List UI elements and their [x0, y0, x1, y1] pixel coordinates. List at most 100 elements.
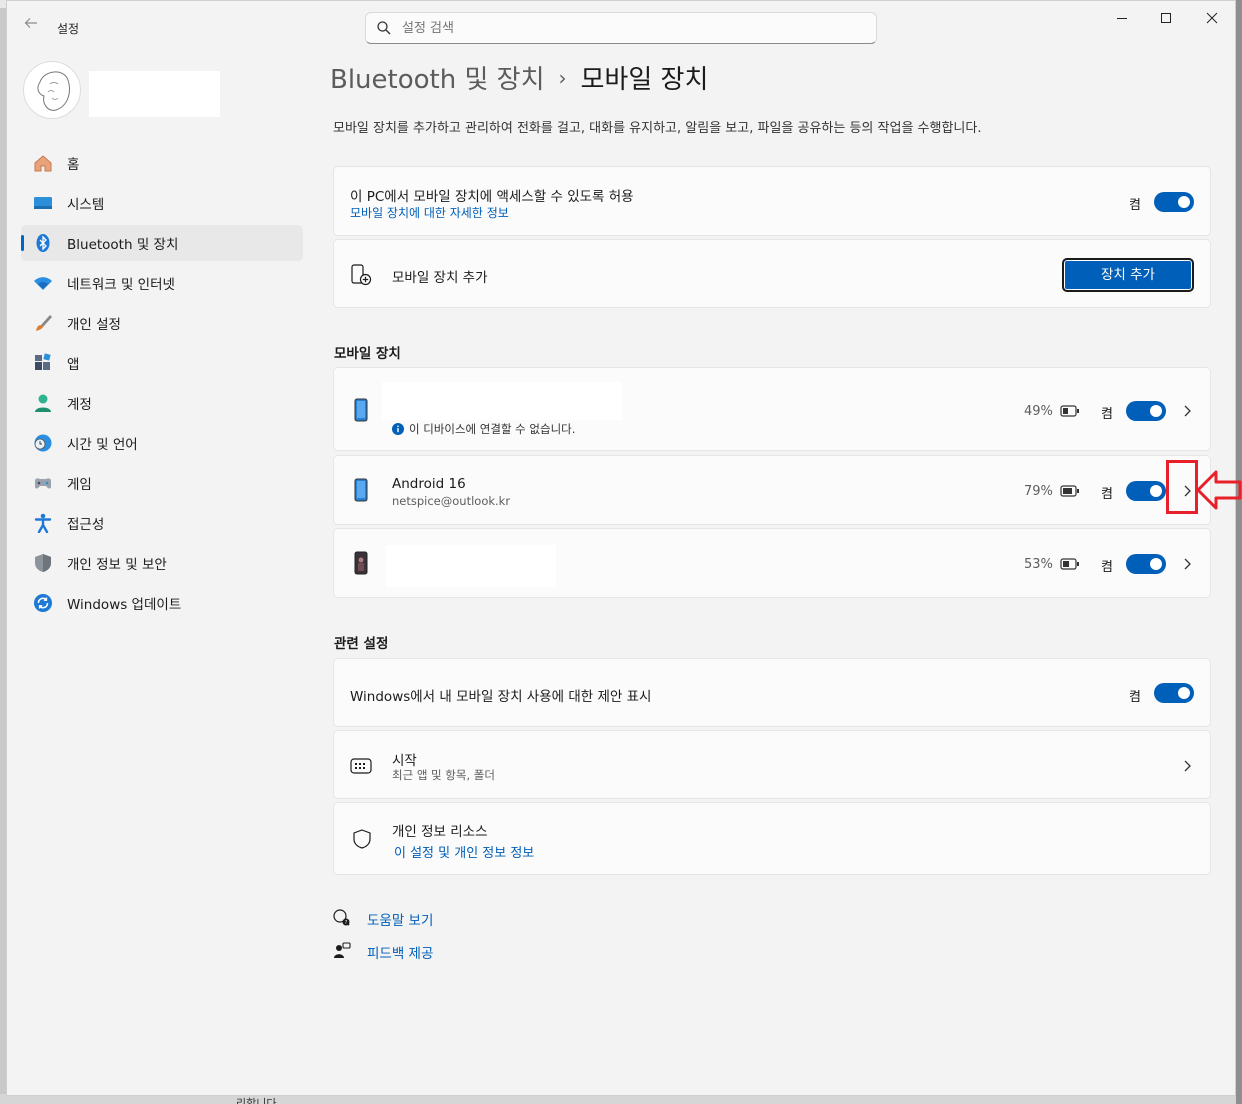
background-window-right: [1236, 0, 1242, 1104]
sidebar-item-personalization[interactable]: 개인 설정: [21, 305, 303, 341]
maximize-icon: [1161, 13, 1171, 23]
battery-icon: [1060, 405, 1079, 417]
feedback-link[interactable]: 피드백 제공: [367, 942, 433, 962]
search-box[interactable]: [365, 12, 877, 44]
start-menu-icon: [350, 758, 372, 774]
sidebar-item-home[interactable]: 홈: [21, 145, 303, 181]
sidebar-item-label: 네트워크 및 인터넷: [67, 277, 175, 293]
device-card-1[interactable]: 이 디바이스에 연결할 수 없습니다. 49% 켬: [333, 367, 1211, 451]
battery-percent: 79%: [1024, 484, 1053, 499]
background-text: 리합니다: [236, 1097, 277, 1104]
profile-name-redacted: [89, 71, 220, 117]
sidebar-item-privacy-security[interactable]: 개인 정보 및 보안: [21, 545, 303, 581]
device-name-redacted: [382, 382, 622, 420]
bluetooth-icon: [36, 234, 50, 252]
sidebar-item-accessibility[interactable]: 접근성: [21, 505, 303, 541]
start-card[interactable]: 시작 최근 앱 및 항목, 폴더: [333, 730, 1211, 799]
gamepad-icon: [35, 478, 51, 489]
sidebar-item-time-language[interactable]: 시간 및 언어: [21, 425, 303, 461]
breadcrumb: Bluetooth 및 장치 › 모바일 장치: [330, 59, 708, 96]
help-link[interactable]: 도움말 보기: [367, 909, 433, 929]
sidebar-item-label: 접근성: [67, 517, 105, 533]
wifi-icon: [34, 277, 52, 290]
search-input[interactable]: [402, 17, 862, 39]
privacy-link[interactable]: 이 설정 및 개인 정보 정보: [394, 842, 534, 861]
battery-percent: 49%: [1024, 404, 1053, 419]
shield-outline-icon: [353, 829, 371, 849]
chevron-right-icon: [1184, 405, 1191, 417]
phone-icon: [354, 478, 368, 502]
back-button[interactable]: [21, 15, 41, 35]
sidebar-item-bluetooth[interactable]: Bluetooth 및 장치: [21, 225, 303, 261]
sidebar-item-label: Windows 업데이트: [67, 597, 182, 613]
avatar-sketch-icon: [37, 71, 70, 111]
toggle-state-label: 켬: [1129, 690, 1141, 705]
account-icon: [35, 394, 51, 412]
sidebar-item-label: 시스템: [67, 197, 105, 213]
device-status: 이 디바이스에 연결할 수 없습니다.: [409, 422, 576, 436]
close-icon: [1206, 12, 1218, 24]
settings-window: 설정 홈 시스템 Blu: [6, 0, 1236, 1096]
apps-icon: [35, 353, 51, 370]
avatar[interactable]: [23, 61, 81, 119]
breadcrumb-separator: ›: [558, 66, 567, 90]
device-name-redacted: [386, 545, 556, 587]
battery-icon: [1060, 485, 1079, 497]
add-device-card: 모바일 장치 추가 장치 추가: [333, 239, 1211, 308]
sidebar-item-label: 앱: [67, 357, 80, 373]
sidebar-item-gaming[interactable]: 게임: [21, 465, 303, 501]
phone-icon: [354, 398, 368, 422]
device-toggle[interactable]: [1126, 554, 1166, 574]
page-description: 모바일 장치를 추가하고 관리하여 전화를 걸고, 대화를 유지하고, 알림을 …: [333, 121, 982, 136]
sidebar-item-label: 개인 설정: [67, 317, 121, 333]
sidebar-item-label: 시간 및 언어: [67, 437, 138, 453]
learn-more-link[interactable]: 모바일 장치에 대한 자세한 정보: [350, 204, 509, 221]
breadcrumb-parent[interactable]: Bluetooth 및 장치: [330, 65, 545, 95]
brush-icon: [36, 315, 52, 331]
feedback-icon: [334, 942, 351, 958]
shield-icon: [35, 554, 51, 572]
annotation-highlight-box: [1166, 460, 1198, 514]
sidebar-item-windows-update[interactable]: Windows 업데이트: [21, 585, 303, 621]
close-button[interactable]: [1189, 9, 1235, 33]
sidebar-item-network[interactable]: 네트워크 및 인터넷: [21, 265, 303, 301]
sidebar-item-label: Bluetooth 및 장치: [67, 237, 179, 253]
allow-access-toggle[interactable]: [1154, 192, 1194, 212]
device-card-2[interactable]: Android 16 netspice@outlook.kr 79% 켬: [333, 455, 1211, 525]
toggle-state-label: 켬: [1101, 407, 1113, 422]
phone-photo-icon: [354, 551, 368, 575]
search-icon: [377, 21, 391, 35]
suggestions-card: Windows에서 내 모바일 장치 사용에 대한 제안 표시 켬: [333, 658, 1211, 727]
sidebar-item-accounts[interactable]: 계정: [21, 385, 303, 421]
battery-icon: [1060, 558, 1079, 570]
home-icon: [34, 155, 52, 172]
suggestions-title: Windows에서 내 모바일 장치 사용에 대한 제안 표시: [350, 689, 652, 705]
device-toggle[interactable]: [1126, 481, 1166, 501]
minimize-button[interactable]: [1099, 9, 1145, 33]
allow-access-card: 이 PC에서 모바일 장치에 액세스할 수 있도록 허용 모바일 장치에 대한 …: [333, 166, 1211, 236]
minimize-icon: [1117, 18, 1127, 19]
privacy-title: 개인 정보 리소스: [392, 824, 488, 840]
chevron-right-icon: [1184, 558, 1191, 570]
add-device-title: 모바일 장치 추가: [392, 270, 488, 286]
page-title: 모바일 장치: [580, 65, 709, 95]
sidebar-item-apps[interactable]: 앱: [21, 345, 303, 381]
app-title: 설정: [57, 22, 80, 36]
add-device-button[interactable]: 장치 추가: [1062, 258, 1194, 292]
device-card-3[interactable]: 53% 켬: [333, 528, 1211, 598]
sidebar-item-label: 게임: [67, 477, 92, 493]
update-icon: [34, 594, 52, 612]
maximize-button[interactable]: [1143, 9, 1189, 33]
title-bar: 설정: [7, 1, 1235, 45]
phone-add-icon: [351, 264, 372, 286]
sidebar-item-system[interactable]: 시스템: [21, 185, 303, 221]
sidebar-nav: 홈 시스템 Bluetooth 및 장치 네트워크 및 인터넷 개인 설정 앱 …: [21, 145, 303, 625]
device-name: Android 16: [392, 476, 466, 492]
device-toggle[interactable]: [1126, 401, 1166, 421]
chevron-right-icon: [1184, 760, 1191, 772]
back-arrow-icon: [24, 18, 37, 28]
devices-heading: 모바일 장치: [334, 346, 401, 362]
suggestions-toggle[interactable]: [1154, 683, 1194, 703]
start-sub: 최근 앱 및 항목, 폴더: [392, 768, 495, 782]
system-icon: [34, 197, 52, 209]
